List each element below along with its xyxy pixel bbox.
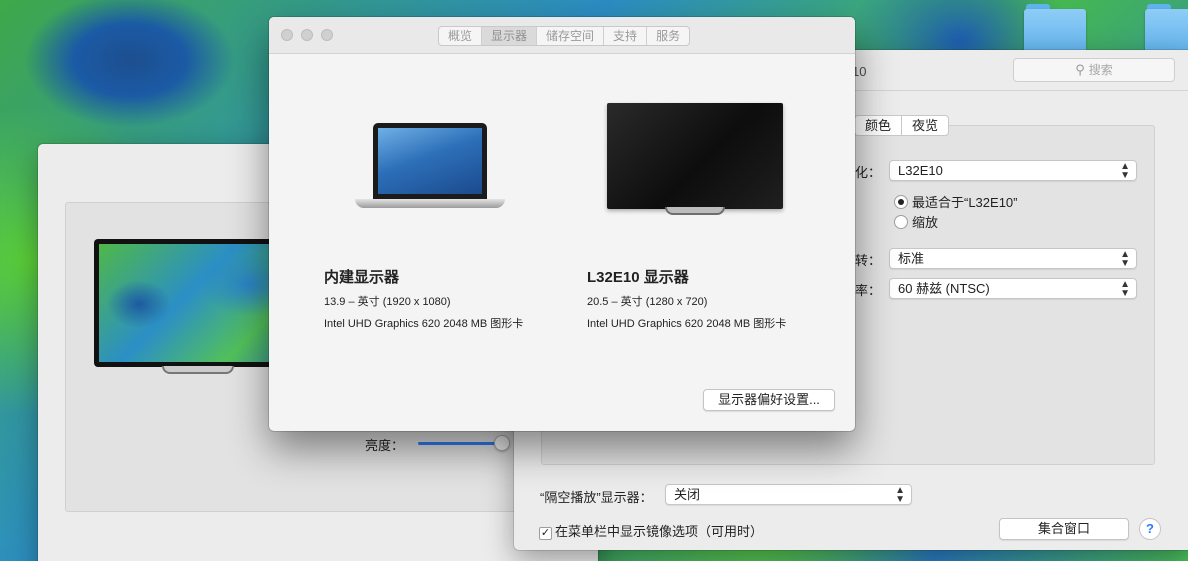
mirror-option-row[interactable]: ✓ 在菜单栏中显示镜像选项（可用时） xyxy=(539,521,763,540)
tv-icon xyxy=(607,103,783,215)
airplay-display-select[interactable]: 关闭 ▲ ▼ xyxy=(665,484,912,505)
gather-windows-button[interactable]: 集合窗口 xyxy=(999,518,1129,540)
tab-overview[interactable]: 概览 xyxy=(439,27,481,45)
tab-displays[interactable]: 显示器 xyxy=(481,27,537,45)
brightness-slider-knob[interactable] xyxy=(494,435,510,451)
resolution-scaled-option[interactable]: 缩放 xyxy=(894,212,938,231)
refresh-rate-value: 60 赫兹 (NTSC) xyxy=(898,281,990,296)
laptop-icon xyxy=(355,123,505,213)
popup-arrows-icon: ▲ ▼ xyxy=(1120,249,1130,269)
display-tabs: 颜色 夜览 xyxy=(854,115,950,136)
close-button[interactable] xyxy=(281,29,293,41)
tab-support[interactable]: 支持 xyxy=(603,27,646,45)
resolution-default-option[interactable]: 最适合于“L32E10” xyxy=(894,192,1017,211)
optimize-for-select[interactable]: L32E10 ▲ ▼ xyxy=(889,160,1137,181)
radio-unselected-icon[interactable] xyxy=(894,214,908,229)
brightness-label: 亮度： xyxy=(365,438,405,453)
refresh-rate-select[interactable]: 60 赫兹 (NTSC) ▲ ▼ xyxy=(889,278,1137,299)
desktop-folder-icon[interactable] xyxy=(1024,4,1086,54)
builtin-display-gpu: Intel UHD Graphics 620 2048 MB 图形卡 xyxy=(324,318,524,330)
window-toolbar: 概览 显示器 储存空间 支持 服务 xyxy=(269,17,855,54)
monitor-stand xyxy=(162,366,234,374)
mirror-checkbox[interactable]: ✓ xyxy=(539,527,552,540)
search-placeholder: 搜索 xyxy=(1088,63,1113,77)
builtin-display-size: 13.9 – 英寸 (1920 x 1080) xyxy=(324,296,451,308)
builtin-display-name: 内建显示器 xyxy=(324,269,400,286)
refresh-rate-label: 率： xyxy=(855,283,882,298)
popup-arrows-icon: ▲ ▼ xyxy=(1120,279,1130,299)
airplay-value: 关闭 xyxy=(674,487,701,502)
external-display-name: L32E10 显示器 xyxy=(587,269,689,286)
external-display-size: 20.5 – 英寸 (1280 x 720) xyxy=(587,296,708,308)
zoom-button[interactable] xyxy=(321,29,333,41)
airplay-label: “隔空播放”显示器： xyxy=(540,490,653,505)
rotation-label: 转： xyxy=(855,253,882,268)
popup-arrows-icon: ▲ ▼ xyxy=(1120,161,1130,181)
resolution-default-label: 最适合于“L32E10” xyxy=(912,195,1018,210)
rotation-select[interactable]: 标准 ▲ ▼ xyxy=(889,248,1137,269)
resolution-scaled-label: 缩放 xyxy=(912,215,939,230)
rotation-value: 标准 xyxy=(898,251,925,266)
desktop-folder-icon[interactable] xyxy=(1145,4,1188,54)
display-preferences-button[interactable]: 显示器偏好设置... xyxy=(703,389,835,411)
search-icon: ⚲ xyxy=(1075,62,1085,77)
tab-night-shift[interactable]: 夜览 xyxy=(901,116,948,135)
popup-arrows-icon: ▲ ▼ xyxy=(895,485,905,505)
tab-color[interactable]: 颜色 xyxy=(855,116,901,135)
optimize-value: L32E10 xyxy=(898,163,943,178)
minimize-button[interactable] xyxy=(301,29,313,41)
search-input[interactable]: ⚲ 搜索 xyxy=(1013,58,1175,82)
radio-selected-icon[interactable] xyxy=(894,194,908,209)
external-display-gpu: Intel UHD Graphics 620 2048 MB 图形卡 xyxy=(587,318,787,330)
mirror-checkbox-label: 在菜单栏中显示镜像选项（可用时） xyxy=(555,524,764,539)
help-button[interactable]: ? xyxy=(1139,518,1161,540)
tab-storage[interactable]: 储存空间 xyxy=(536,27,603,45)
optimize-label: 化： xyxy=(855,165,882,180)
tab-bar: 概览 显示器 储存空间 支持 服务 xyxy=(438,26,691,46)
about-this-mac-window: 概览 显示器 储存空间 支持 服务 内建显示器 13.9 – 英寸 (1920 … xyxy=(269,17,855,431)
tab-service[interactable]: 服务 xyxy=(646,27,689,45)
